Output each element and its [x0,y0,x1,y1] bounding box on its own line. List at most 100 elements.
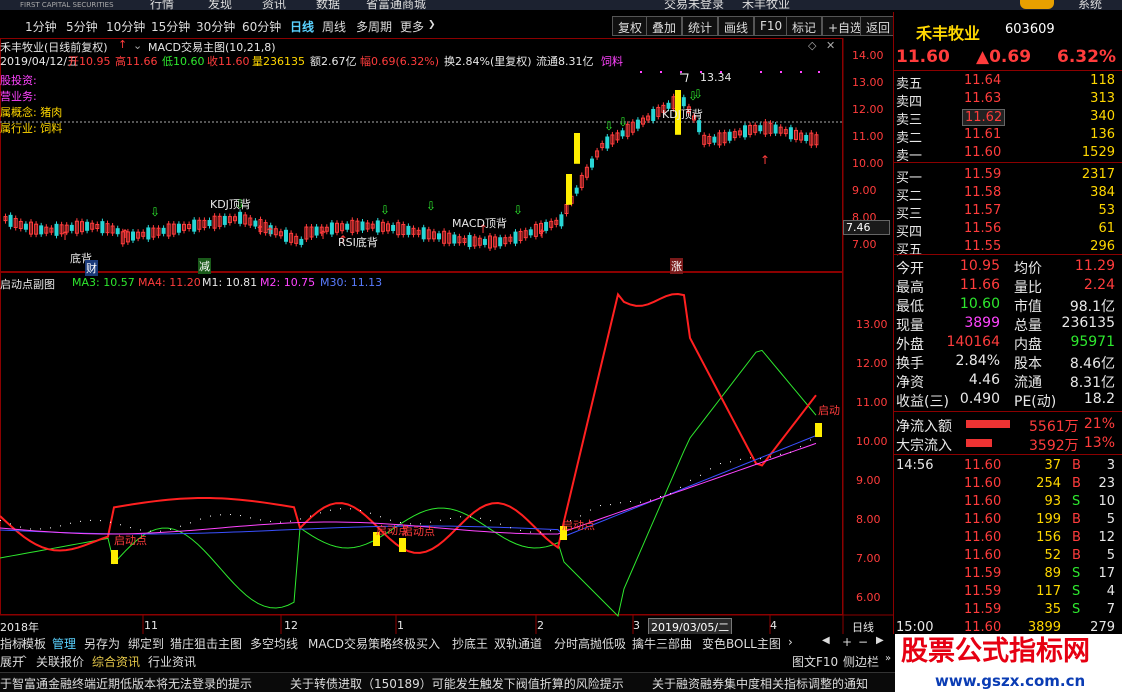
order-volume: 2317 [1081,167,1115,182]
tick-side: S [1072,494,1081,509]
tabs-next-icon[interactable]: › [788,635,793,649]
earnings-marker[interactable]: 财 [85,260,98,276]
broker-logo: FIRST CAPITAL SECURITIES [20,1,114,9]
ticker-item[interactable]: 关于转债进取（150189）可能发生触发下阀值折算的风险提示 [290,675,624,692]
period-60min[interactable]: 60分钟 [242,18,281,35]
flow-value: 5561万 [1029,419,1079,435]
indicator-tab[interactable]: MACD交易策略 [308,635,392,652]
indicator-tab[interactable]: 管理 [52,635,76,652]
sidebar-toggle[interactable]: 侧边栏 [843,653,879,670]
fuquan-button[interactable]: 复权 [612,16,649,36]
ask-row[interactable]: 卖一 11.60 1529 [894,145,1122,164]
indicator-tab[interactable]: 双轨通道 [494,635,542,652]
period-multi[interactable]: 多周期 [356,18,392,35]
nav-news[interactable]: 资讯 [262,0,286,10]
diamond-icon[interactable]: ◇ [808,39,816,52]
trade-button[interactable] [1020,0,1054,9]
scroll-right-icon[interactable]: ▶ [876,635,884,646]
overlay-button[interactable]: 叠加 [646,16,683,36]
draw-line-button[interactable]: 画线 [718,16,755,36]
period-5min[interactable]: 5分钟 [66,18,98,35]
sub-white-dot [250,517,251,519]
close-icon[interactable]: ✕ [826,39,835,52]
indicator-tab[interactable]: 模板 [22,635,46,652]
period-more[interactable]: 更多 [400,18,424,35]
start-label: 启动 [818,404,840,417]
rise-marker[interactable]: 涨 [670,258,683,274]
industry-news-tab[interactable]: 行业资讯 [148,653,196,670]
more-arrow-icon[interactable]: ❯ [428,20,436,30]
indicator-tab[interactable]: 指标 [0,635,24,652]
zoom-out-icon[interactable]: − [858,635,868,649]
stats-button[interactable]: 统计 [682,16,719,36]
nav-mall[interactable]: 省富通商城 [366,0,426,10]
zoom-in-icon[interactable]: + [842,635,852,649]
indicator-tab[interactable]: 擒牛三部曲 [632,635,692,652]
bid-row[interactable]: 买三 11.57 53 [894,203,1122,222]
dropdown-icon[interactable]: ⌄ [133,39,142,52]
period-1min[interactable]: 1分钟 [25,18,57,35]
indicator-tab[interactable]: 另存为 [84,635,120,652]
nav-discover[interactable]: 发现 [208,0,232,10]
indicator-tab[interactable]: 抄底王 [452,635,488,652]
sub-white-dot [470,516,471,518]
order-volume: 384 [1090,185,1115,200]
ask-row[interactable]: 卖四 11.63 313 [894,91,1122,110]
ask-row[interactable]: 卖三 11.62 340 [894,109,1122,128]
f10-button[interactable]: F10 [754,16,789,36]
candle-body [697,120,702,133]
indicator-tab[interactable]: 多空均线 [250,635,298,652]
login-status[interactable]: 交易未登录 [664,0,724,10]
period-weekly[interactable]: 周线 [322,18,346,35]
kline-chart-area[interactable]: ↑ ↑ ↑ ↑ ↑ ↑ ↑ ↑ ↑ ⇩ ⇩ ⇩ ⇩ ⇩ ⇩ ⇩ ⇩ ⇩ 禾丰牧业(日线前复权) ↑ ⌄ MACD交… [0,38,893,636]
stat-value: 140164 [946,334,1000,350]
industry-tag[interactable]: 饲料 [601,53,623,69]
ask-row[interactable]: 卖二 11.61 136 [894,127,1122,146]
nav-data[interactable]: 数据 [316,0,340,10]
start-point-label: 启动点 [114,534,147,547]
ticker-item[interactable]: 于智富通金融终端近期低版本将无法登录的提示 [0,675,252,692]
indicator-tab[interactable]: 绑定到 [128,635,164,652]
related-quotes-tab[interactable]: 关联报价 [36,653,84,670]
ask-row[interactable]: 卖五 11.64 118 [894,73,1122,92]
sub-white-dot [210,515,211,517]
period-30min[interactable]: 30分钟 [196,18,235,35]
tick-volume: 52 [1044,548,1061,563]
candle-body [222,215,227,225]
period-10min[interactable]: 10分钟 [106,18,145,35]
up-arrow-icon: ↑ [118,38,128,51]
stat-value: 2.84% [955,353,1000,369]
bid-row[interactable]: 买一 11.59 2317 [894,167,1122,186]
period-daily[interactable]: 日线 [290,18,314,35]
ticker-item[interactable]: 关于融资融券集中度相关指标调整的通知 [652,675,868,692]
reduce-marker[interactable]: 减 [198,258,211,274]
f10-text-tab[interactable]: 图文F10 [792,653,838,670]
indicator-tab[interactable]: 变色BOLL主图 [702,635,781,652]
sub-white-dot [90,519,91,521]
system-menu[interactable]: 系统 [1078,0,1102,10]
nav-quotes[interactable]: 行情 [150,0,174,10]
info-date: 2019/04/12/五 [0,55,79,68]
indicator-tab[interactable]: 终极买入 [392,635,440,652]
stat-label: 收益(三) [896,394,949,410]
comprehensive-news-tab[interactable]: 综合资讯 [92,653,140,670]
back-button[interactable]: 返回 [860,16,897,36]
sub-chart-title[interactable]: 启动点副图 [0,276,55,292]
order-price: 11.63 [964,91,1002,106]
period-toolbar: : 1分钟 5分钟 10分钟 15分钟 30分钟 60分钟 日线 周线 多周期 … [0,12,897,38]
expand-up-icon[interactable]: ^ [20,655,28,665]
scroll-left-icon[interactable]: ◀ [822,635,830,646]
sidebar-arrow-icon[interactable]: » [885,653,891,664]
stat-value: 18.2 [1083,391,1115,407]
tick-volume: 35 [1044,602,1061,617]
indicator-tab[interactable]: 猎庄狙击主图 [170,635,242,652]
indicator-tab[interactable]: 分时高抛低吸 [554,635,626,652]
period-15min[interactable]: 15分钟 [151,18,190,35]
bid-row[interactable]: 买四 11.56 61 [894,221,1122,240]
mark-button[interactable]: 标记 [786,16,823,36]
start-point-label: 启动点 [562,519,595,532]
bid-row[interactable]: 买二 11.58 384 [894,185,1122,204]
tick-volume: 37 [1044,458,1061,473]
sub-axis-label: 11.00 [856,396,888,409]
candle-body [528,229,533,236]
